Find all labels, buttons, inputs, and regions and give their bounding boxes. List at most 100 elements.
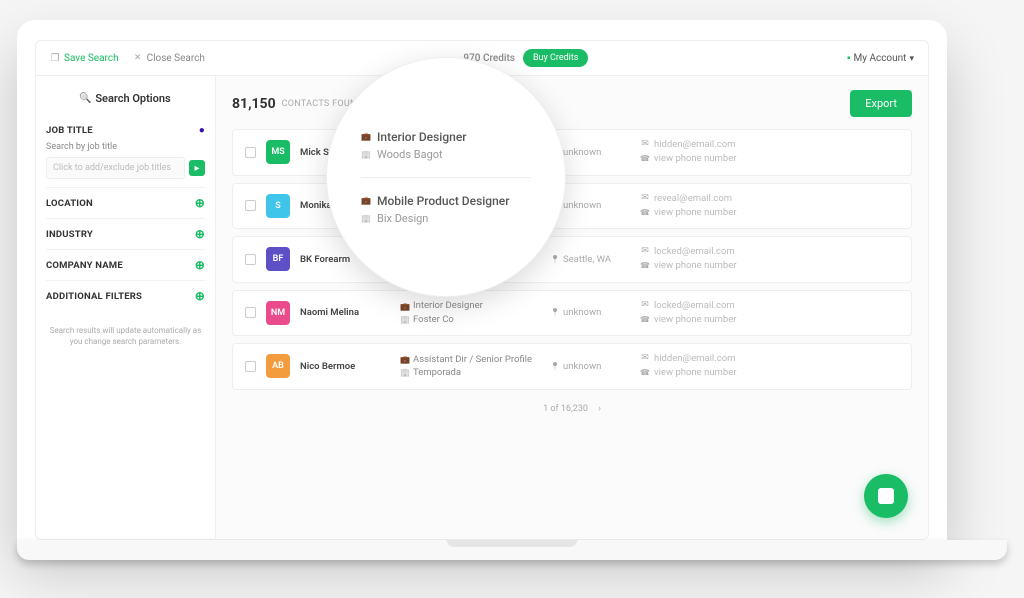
pin-icon [550,361,560,371]
contact-location: unknown [550,361,640,372]
phone-icon [640,154,650,164]
search-options-header: Search Options [46,86,205,117]
plus-icon: ⊕ [195,196,205,210]
chat-icon [878,488,894,504]
contact-details: locked@email.comview phone number [640,299,899,328]
phone-hidden[interactable]: view phone number [654,259,736,273]
contact-details: reveal@email.comview phone number [640,192,899,221]
contact-name: Nico Bermoe [300,361,400,372]
briefcase-icon [361,196,371,206]
minus-icon: ● [199,125,205,136]
filter-location[interactable]: LOCATION ⊕ [46,188,205,219]
next-page-icon[interactable]: › [598,404,601,414]
table-row[interactable]: BFBK ForearmSenior Lead DesignerGood Age… [232,236,912,283]
row-checkbox[interactable] [245,200,256,211]
contact-details: hidden@email.comview phone number [640,138,899,167]
mail-icon [640,301,650,311]
email-hidden[interactable]: locked@email.com [654,245,735,259]
plus-icon: ⊕ [195,258,205,272]
contact-name: Naomi Melina [300,307,400,318]
row-checkbox[interactable] [245,254,256,265]
mag-company: Bix Design [377,212,428,225]
filter-label: INDUSTRY [46,229,93,240]
mail-icon [640,140,650,150]
content: 81,150 contacts found Export MSMick Sp…I… [216,76,928,538]
avatar: NM [266,301,290,325]
phone-hidden[interactable]: view phone number [654,366,736,380]
contact-details: hidden@email.comview phone number [640,352,899,381]
close-search-button[interactable]: Close Search [133,53,205,64]
row-checkbox[interactable] [245,307,256,318]
sidebar-hint: Search results will update automatically… [46,325,205,347]
table-row[interactable]: NM Naomi MelinaInterior DesignerFoster Co… [232,290,912,337]
my-account-label: My Account [854,53,907,64]
contact-job: Assistant Dir / Senior ProfileTemporada [400,353,550,380]
email-hidden[interactable]: locked@email.com [654,299,735,313]
mail-icon [640,354,650,364]
phone-hidden[interactable]: view phone number [654,206,736,220]
avatar: MS [266,140,290,164]
contact-location: unknown [550,200,640,211]
plus-icon: ⊕ [195,289,205,303]
briefcase-icon [400,301,410,311]
save-search-button[interactable]: Save Search [50,53,119,64]
filter-label: JOB TITLE [46,125,93,136]
filter-subtitle: Search by job title [46,142,205,152]
table-row[interactable]: AB Nico BermoeAssistant Dir / Senior Prof… [232,343,912,390]
row-checkbox[interactable] [245,361,256,372]
building-icon [400,368,410,378]
export-button[interactable]: Export [850,90,912,117]
my-account-dropdown[interactable]: ▪ My Account [847,53,914,64]
phone-icon [640,315,650,325]
plus-icon: ⊕ [195,227,205,241]
pagination[interactable]: 1 of 16,230 › [232,404,912,414]
filter-additional[interactable]: ADDITIONAL FILTERS ⊕ [46,281,205,311]
chevron-down-icon [909,53,914,64]
job-title-input[interactable]: Click to add/exclude job titles [46,157,185,179]
filter-job-title[interactable]: JOB TITLE ● Search by job title Click to… [46,117,205,188]
contact-job: Interior DesignerFoster Co [400,299,550,326]
contact-location: unknown [550,307,640,318]
close-search-label: Close Search [147,53,205,64]
mag-job: Interior Designer [377,130,466,144]
filter-industry[interactable]: INDUSTRY ⊕ [46,219,205,250]
filter-label: LOCATION [46,198,93,209]
email-hidden[interactable]: hidden@email.com [654,352,735,366]
chat-fab[interactable] [864,474,908,518]
avatar: BF [266,247,290,271]
contact-location: Seattle, WA [550,254,640,265]
briefcase-icon [400,355,410,365]
pin-icon [550,308,560,318]
mag-job: Mobile Product Designer [377,194,509,208]
magnifier-lens: Interior Designer Woods Bagot Mobile Pro… [326,57,566,297]
phone-icon [640,368,650,378]
filter-label: COMPANY NAME [46,260,123,271]
add-job-title-button[interactable]: ▸ [189,160,205,176]
sidebar: Search Options JOB TITLE ● Search by job… [36,76,216,538]
avatar: S [266,194,290,218]
buy-credits-button[interactable]: Buy Credits [523,49,589,67]
building-icon [361,149,371,159]
phone-icon [640,208,650,218]
email-hidden[interactable]: reveal@email.com [654,192,732,206]
mail-icon [640,247,650,257]
filter-company-name[interactable]: COMPANY NAME ⊕ [46,250,205,281]
avatar: AB [266,354,290,378]
phone-hidden[interactable]: view phone number [654,152,736,166]
building-icon [361,213,371,223]
row-checkbox[interactable] [245,147,256,158]
filter-label: ADDITIONAL FILTERS [46,291,142,302]
save-search-label: Save Search [64,53,119,64]
email-hidden[interactable]: hidden@email.com [654,138,735,152]
mag-company: Woods Bagot [377,148,443,161]
contact-details: locked@email.comview phone number [640,245,899,274]
result-count: 81,150 [232,96,276,112]
search-icon [80,94,90,104]
phone-icon [640,261,650,271]
briefcase-icon [361,132,371,142]
building-icon [400,314,410,324]
pin-icon [550,254,560,264]
close-icon [133,53,143,63]
phone-hidden[interactable]: view phone number [654,313,736,327]
mail-icon [640,194,650,204]
